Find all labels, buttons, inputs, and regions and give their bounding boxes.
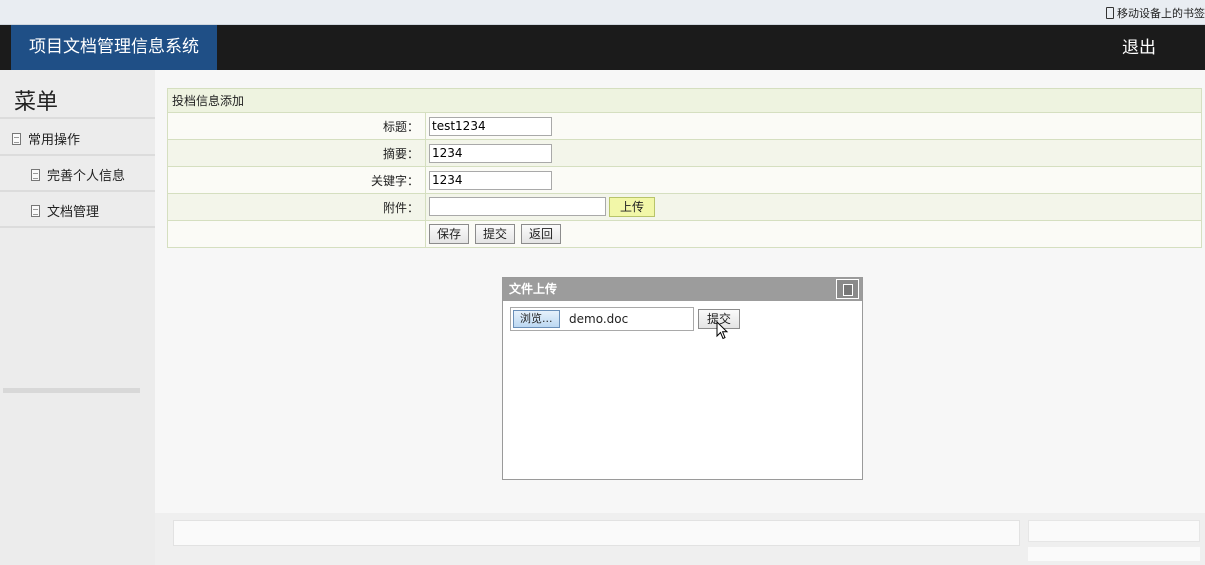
field-label: 标题：: [167, 112, 426, 140]
menu-divider: [0, 154, 155, 156]
sidebar-item-common-ops[interactable]: 常用操作: [12, 129, 80, 148]
document-icon: [12, 132, 21, 145]
phone-icon: [1106, 7, 1114, 19]
abstract-input[interactable]: [429, 143, 552, 163]
selected-file-name: demo.doc: [569, 312, 629, 326]
bottom-panel: [1028, 520, 1200, 542]
app-header: 项目文档管理信息系统 退出: [0, 25, 1205, 70]
form-row-attachment: 附件： 上传: [167, 193, 1202, 221]
field-label: 附件：: [167, 193, 426, 221]
sidebar-item-label: 完善个人信息: [47, 169, 126, 184]
app-title: 项目文档管理信息系统: [11, 25, 217, 70]
title-input[interactable]: [429, 116, 552, 136]
sidebar-item-profile[interactable]: 完善个人信息: [31, 165, 125, 184]
form-row-keywords: 关键字：: [167, 166, 1202, 194]
dialog-close-icon[interactable]: [836, 279, 859, 299]
browse-button[interactable]: 浏览...: [513, 310, 560, 328]
form-section-title: 投档信息添加: [167, 88, 1202, 113]
menu-divider: [0, 226, 155, 228]
save-button[interactable]: 保存: [429, 224, 470, 244]
file-upload-dialog: 文件上传 浏览... demo.doc 提交: [502, 277, 863, 480]
field-label: 摘要：: [167, 139, 426, 167]
sidebar: 菜单 常用操作 完善个人信息 文档管理: [0, 70, 155, 565]
sidebar-scrollbar[interactable]: [3, 388, 140, 393]
sidebar-item-label: 常用操作: [28, 133, 81, 148]
bottom-region: [155, 513, 1205, 565]
submission-form: 投档信息添加 标题： 摘要： 关键字： 附件： 上传: [167, 88, 1202, 248]
browser-bookmark-bar: 移动设备上的书签: [0, 0, 1205, 25]
document-icon: [31, 204, 40, 217]
bottom-field: [173, 520, 1020, 546]
dialog-body: 浏览... demo.doc 提交: [503, 301, 862, 479]
bookmark-mobile[interactable]: 移动设备上的书签: [1106, 5, 1205, 21]
menu-divider: [0, 117, 155, 119]
sidebar-item-doc-management[interactable]: 文档管理: [31, 201, 99, 220]
back-button[interactable]: 返回: [521, 224, 562, 244]
dialog-title: 文件上传: [509, 282, 558, 296]
sidebar-item-label: 文档管理: [47, 205, 100, 220]
form-row-title: 标题：: [167, 112, 1202, 140]
keywords-input[interactable]: [429, 170, 552, 190]
upload-button[interactable]: 上传: [609, 197, 656, 217]
bookmark-mobile-label: 移动设备上的书签: [1117, 7, 1205, 20]
form-row-actions: 保存 提交 返回: [167, 220, 1202, 248]
mouse-cursor-icon: [716, 321, 729, 340]
attachment-input[interactable]: [429, 197, 606, 216]
file-picker[interactable]: 浏览... demo.doc: [510, 307, 694, 331]
submit-button[interactable]: 提交: [475, 224, 516, 244]
menu-divider: [0, 190, 155, 192]
form-row-abstract: 摘要：: [167, 139, 1202, 167]
menu-title: 菜单: [14, 90, 59, 115]
document-icon: [31, 168, 40, 181]
dialog-title-bar: 文件上传: [503, 278, 862, 301]
bottom-panel: [1028, 547, 1200, 561]
field-label: 关键字：: [167, 166, 426, 194]
logout-link[interactable]: 退出: [1122, 25, 1156, 72]
